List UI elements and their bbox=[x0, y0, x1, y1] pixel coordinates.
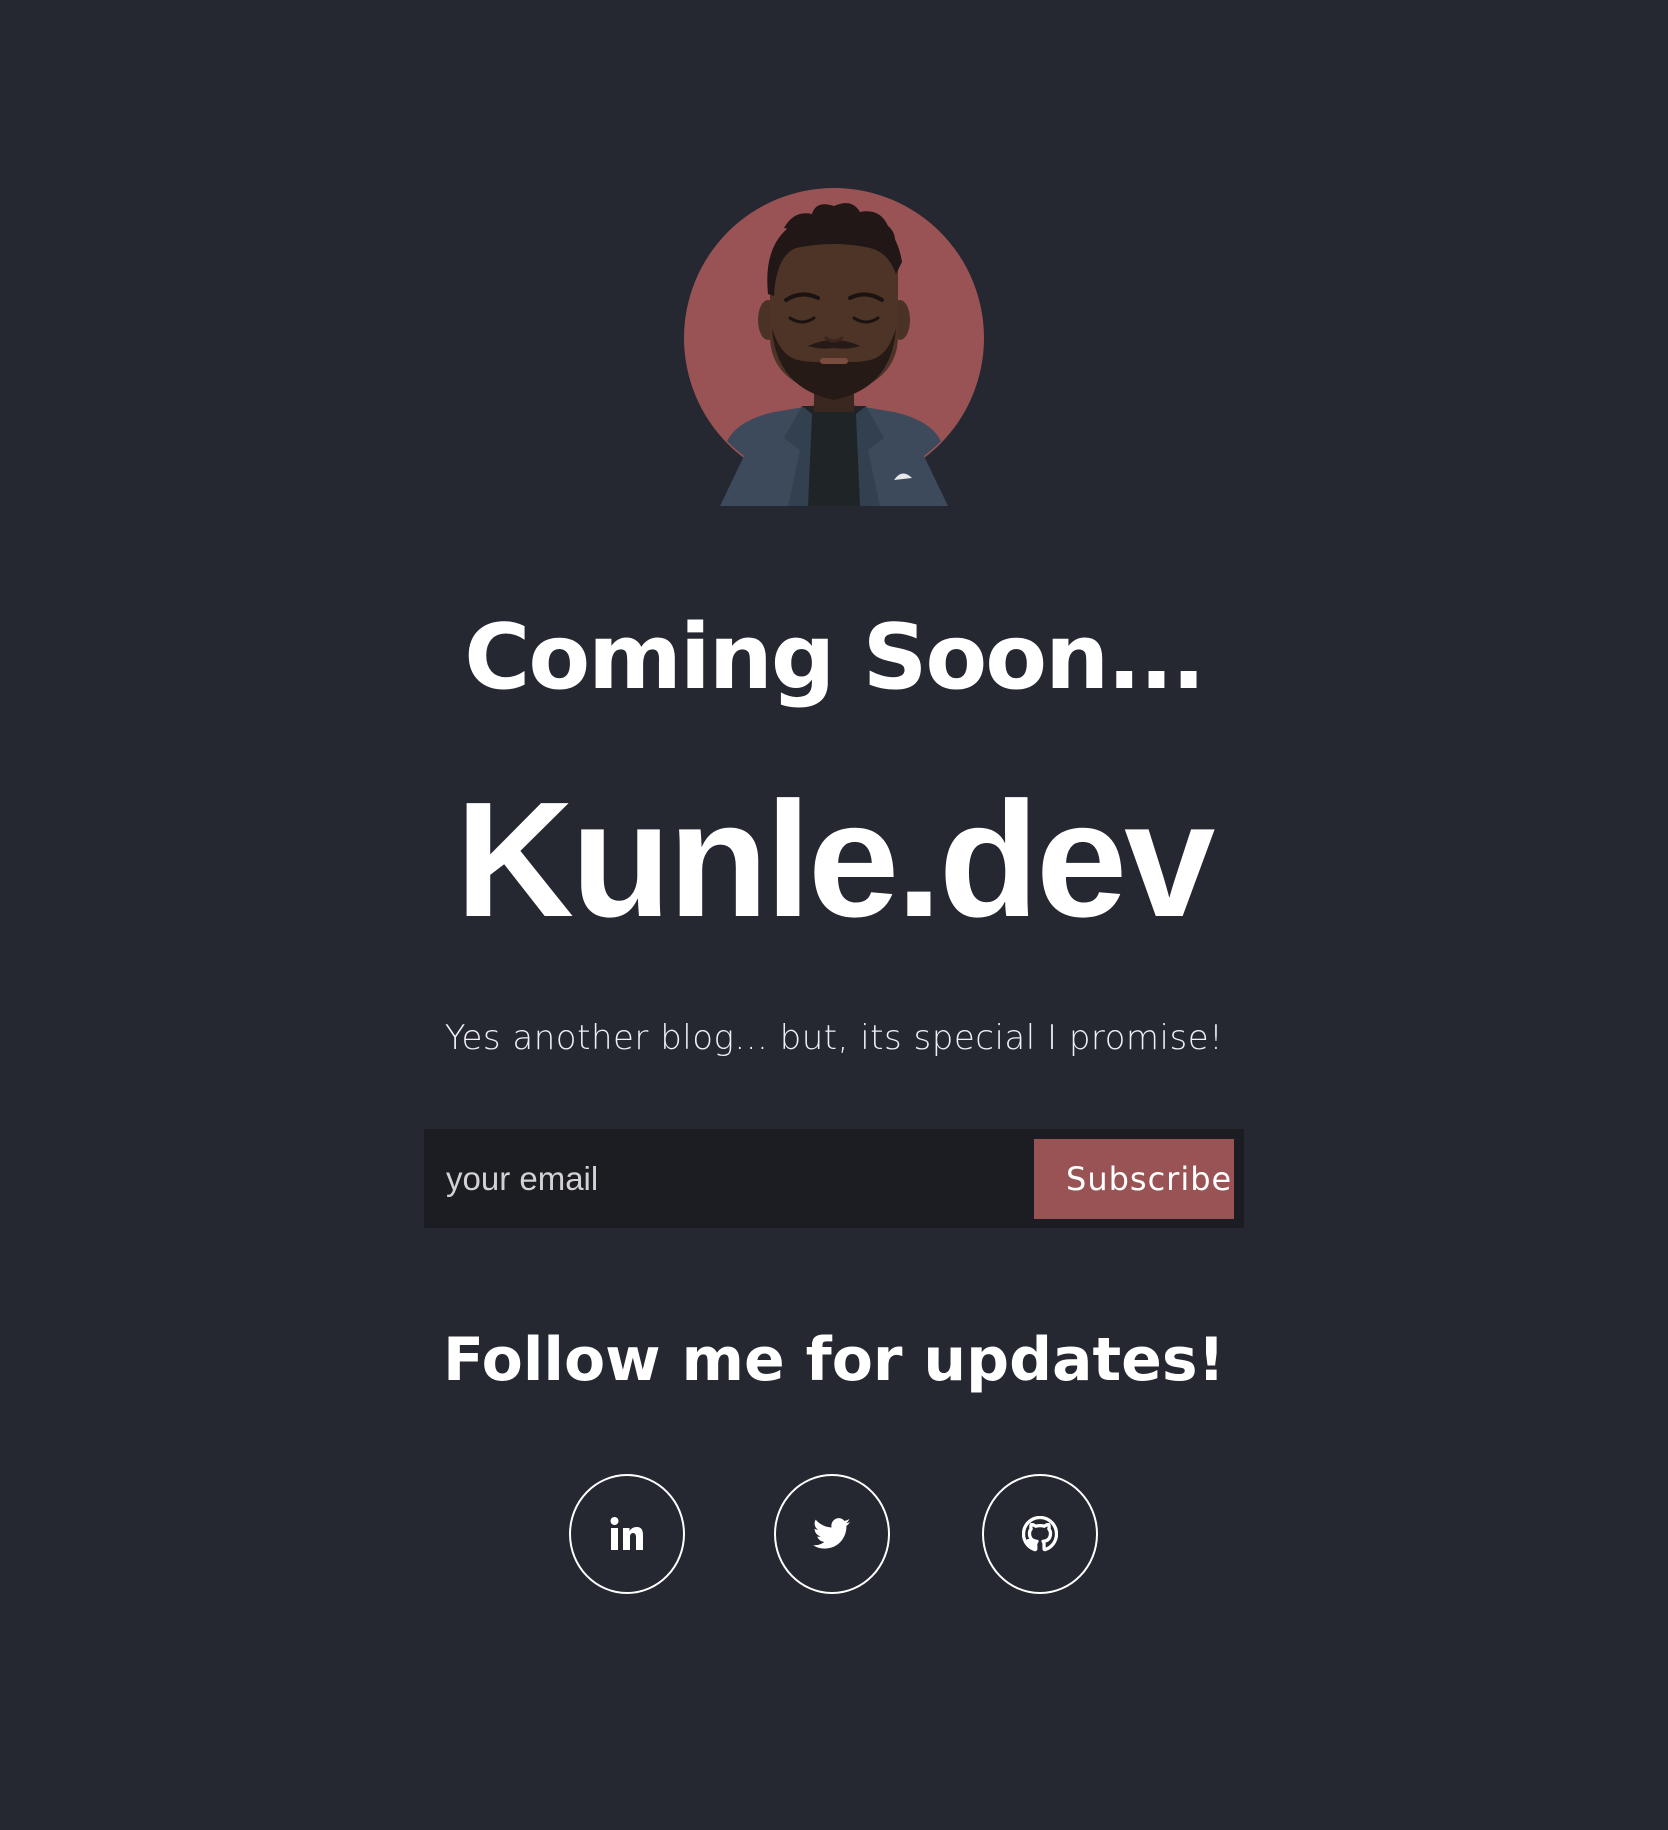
subscribe-form: Subscribe bbox=[424, 1129, 1244, 1228]
linkedin-link[interactable] bbox=[569, 1474, 685, 1594]
subscribe-button[interactable]: Subscribe bbox=[1034, 1139, 1234, 1219]
linkedin-icon bbox=[609, 1516, 645, 1552]
follow-heading: Follow me for updates! bbox=[443, 1325, 1225, 1395]
github-icon bbox=[1022, 1516, 1058, 1552]
github-link[interactable] bbox=[982, 1474, 1098, 1594]
twitter-link[interactable] bbox=[774, 1474, 890, 1594]
avatar-illustration bbox=[684, 188, 984, 506]
email-field[interactable] bbox=[424, 1129, 1034, 1228]
avatar bbox=[684, 188, 984, 506]
twitter-icon bbox=[813, 1518, 851, 1550]
brand-name: Kunle.dev bbox=[455, 768, 1216, 951]
coming-soon-page: Coming Soon... Kunle.dev Yes another blo… bbox=[0, 0, 1668, 1830]
tagline: Yes another blog... but, its special I p… bbox=[444, 1018, 1224, 1058]
page-title: Coming Soon... bbox=[464, 605, 1205, 710]
